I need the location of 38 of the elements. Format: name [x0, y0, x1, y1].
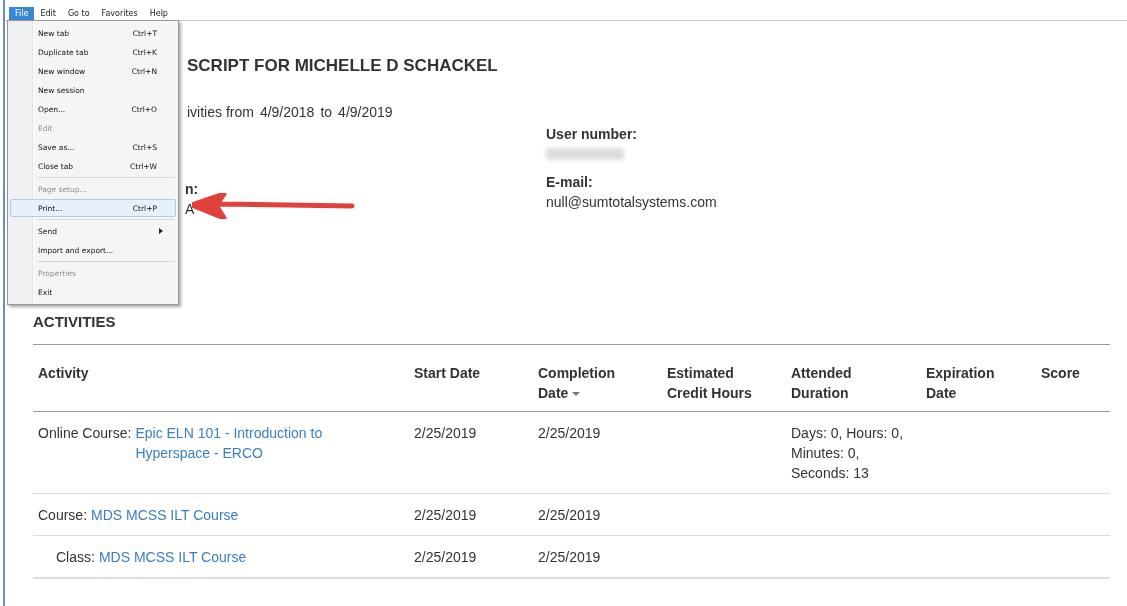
- page-title: SCRIPT FOR MICHELLE D SCHACKEL: [187, 56, 498, 76]
- column-header[interactable]: Completion Date: [533, 344, 662, 412]
- field-value: A: [185, 201, 196, 217]
- table-cell: 2/25/2019: [533, 535, 662, 578]
- sort-caret-icon[interactable]: [572, 392, 581, 397]
- activity-type: Online Course:: [38, 424, 132, 443]
- date-from: 4/9/2018: [259, 104, 315, 120]
- table-cell: 2/25/2019: [409, 535, 533, 578]
- menu-bar-item[interactable]: Go to: [61, 6, 96, 20]
- column-header: Expiration Date: [921, 344, 1036, 412]
- section-title: ACTIVITIES: [33, 313, 116, 330]
- table-cell: 2/25/2019: [409, 493, 533, 536]
- menu-bar-item[interactable]: Edit: [34, 6, 62, 20]
- activity-type: Course:: [38, 506, 88, 525]
- column-header: Attended Duration: [786, 344, 921, 412]
- date-range-text: to: [320, 104, 333, 120]
- column-header: Estimated Credit Hours: [662, 344, 786, 412]
- date-range-text: ivities from: [187, 104, 254, 120]
- column-header: Start Date: [409, 344, 533, 412]
- field-label: E-mail:: [546, 174, 594, 190]
- table-cell: Days: 0, Hours: 0, Minutes: 0, Seconds: 13: [786, 411, 921, 494]
- menu-bar-item[interactable]: Favorites: [95, 6, 144, 20]
- activity-link[interactable]: Epic ELN 101 - Introduction to Hyperspace - ERCO: [135, 423, 361, 463]
- date-to: 4/9/2019: [338, 104, 393, 120]
- activity-link[interactable]: MDS MCSS ILT Course: [91, 505, 239, 525]
- menu-bar-item[interactable]: File: [9, 6, 35, 20]
- table-cell: 2/25/2019: [533, 411, 662, 494]
- activity-type: Class:: [56, 548, 95, 567]
- activity-link[interactable]: MDS MCSS ILT Course: [98, 547, 247, 567]
- column-header: Score: [1036, 344, 1110, 412]
- table-cell: 2/25/2019: [533, 493, 662, 536]
- field-label: n:: [185, 181, 199, 197]
- submenu-arrow-icon: [159, 228, 163, 234]
- menu-bar-item[interactable]: Help: [143, 6, 174, 20]
- table-cell: 2/25/2019: [409, 411, 533, 494]
- column-header: Activity: [33, 344, 409, 412]
- field-label: User number:: [546, 126, 639, 142]
- field-value: null@sumtotalsystems.com: [546, 194, 717, 210]
